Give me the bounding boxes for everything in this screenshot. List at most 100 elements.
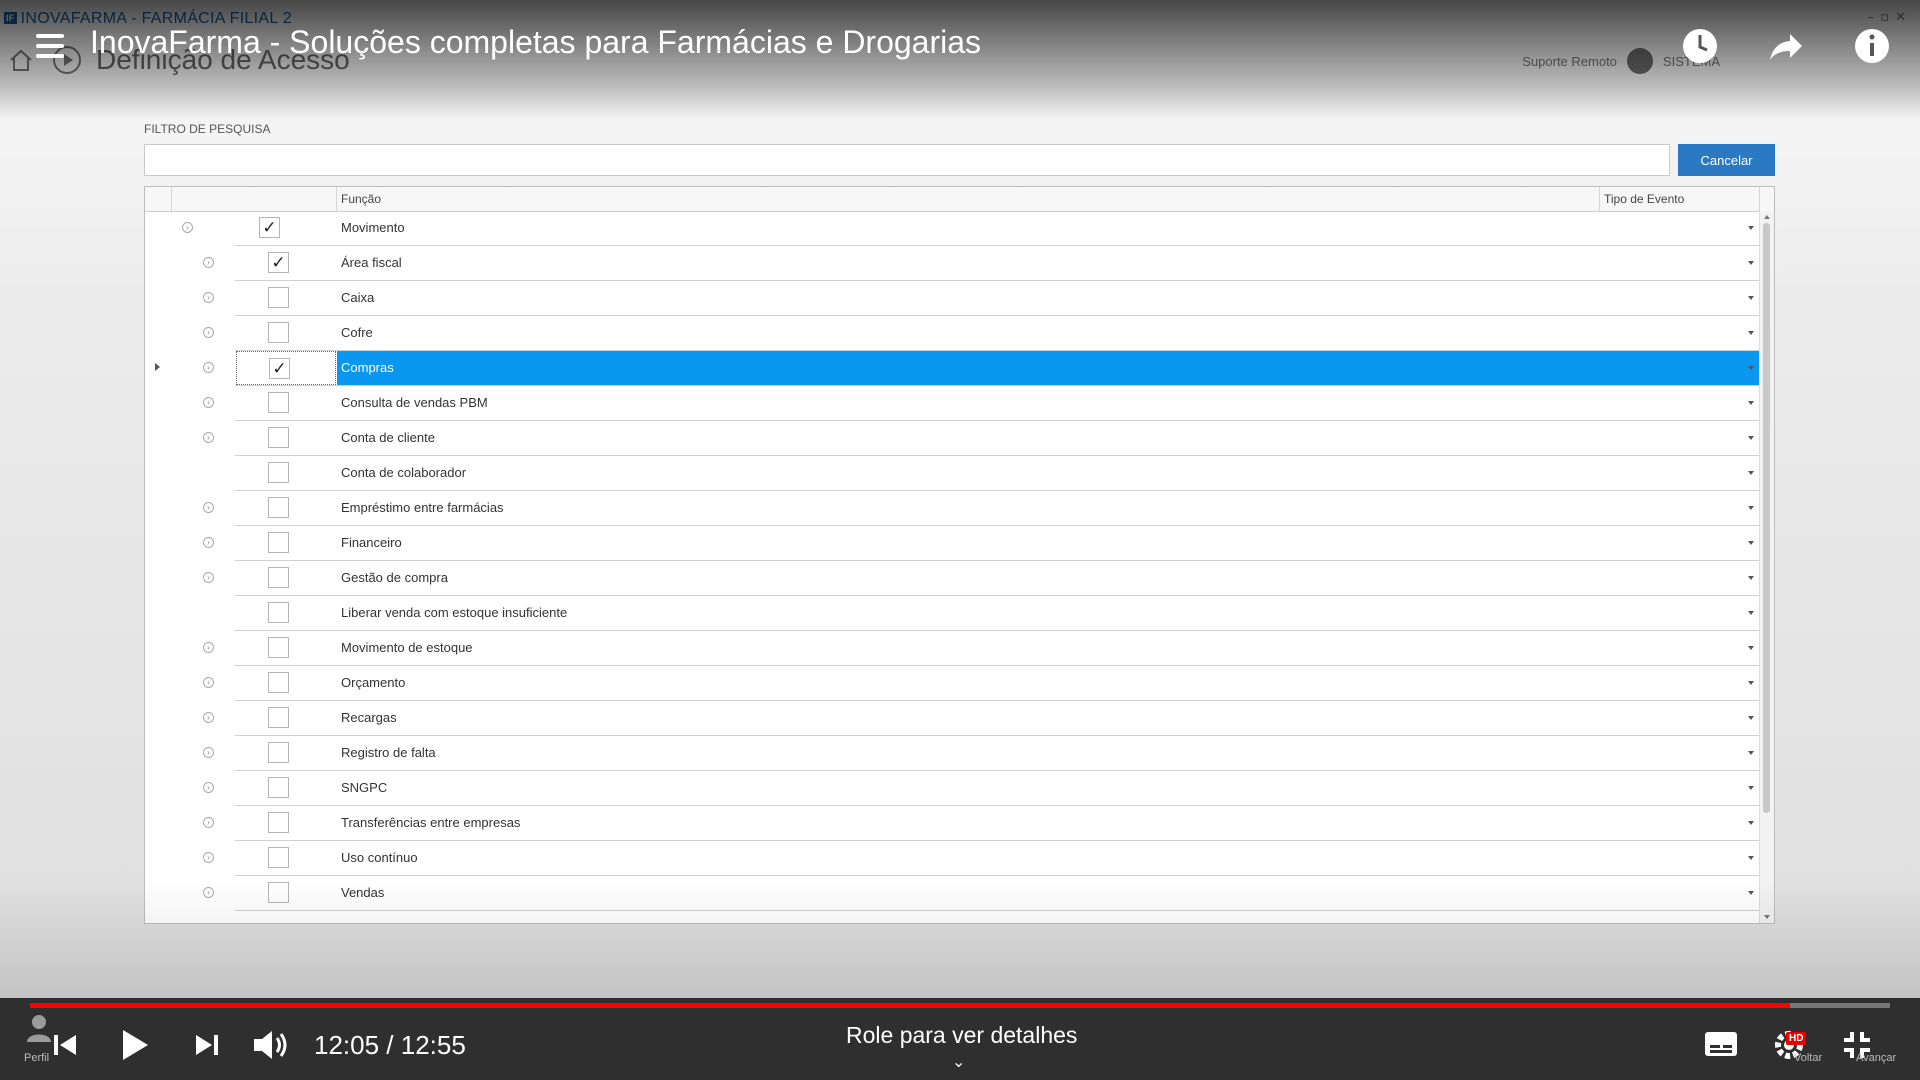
event-type-dropdown-icon[interactable] [1748,541,1754,545]
row-checkbox[interactable] [268,707,289,728]
checkbox-cell[interactable]: ✓ [236,246,336,280]
row-checkbox[interactable] [268,672,289,693]
table-row[interactable]: › Caixa [145,281,1760,316]
share-icon[interactable] [1766,26,1806,66]
column-header-funcao[interactable]: Função [337,187,1600,211]
checkbox-cell[interactable] [236,526,336,560]
event-type-dropdown-icon[interactable] [1748,401,1754,405]
table-row[interactable]: Conta de colaborador [145,456,1760,491]
table-row[interactable]: › Gestão de compra [145,561,1760,596]
remote-support-label[interactable]: Suporte Remoto [1522,54,1617,69]
event-type-dropdown-icon[interactable] [1748,576,1754,580]
expand-icon[interactable]: › [203,642,214,653]
checkbox-cell[interactable] [236,631,336,665]
row-checkbox[interactable] [268,322,289,343]
row-checkbox[interactable] [268,602,289,623]
search-input[interactable] [144,144,1670,176]
row-checkbox[interactable] [268,462,289,483]
row-checkbox[interactable] [268,287,289,308]
row-checkbox[interactable] [268,847,289,868]
event-type-dropdown-icon[interactable] [1748,786,1754,790]
event-type-dropdown-icon[interactable] [1748,751,1754,755]
table-row[interactable]: › ✓ Área fiscal [145,246,1760,281]
expand-icon[interactable]: › [182,222,193,233]
checkbox-cell[interactable] [236,666,336,700]
row-checkbox[interactable] [268,742,289,763]
table-row[interactable]: › ✓ Movimento [145,211,1760,246]
checkbox-cell[interactable]: ✓ [236,211,336,245]
expand-icon[interactable]: › [203,677,214,688]
checkbox-cell[interactable] [236,456,336,490]
info-icon[interactable] [1852,26,1892,66]
checkbox-cell[interactable]: ✓ [236,351,336,385]
play-icon[interactable] [120,1028,150,1062]
row-checkbox[interactable]: ✓ [268,252,289,273]
table-row[interactable]: › Movimento de estoque [145,631,1760,666]
video-title[interactable]: InovaFarma - Soluções completas para Far… [90,24,981,61]
checkbox-cell[interactable] [236,841,336,875]
event-type-dropdown-icon[interactable] [1748,296,1754,300]
checkbox-cell[interactable] [236,771,336,805]
expand-icon[interactable]: › [203,852,214,863]
checkbox-cell[interactable] [236,281,336,315]
event-type-dropdown-icon[interactable] [1748,506,1754,510]
row-checkbox[interactable]: ✓ [269,358,290,379]
checkbox-cell[interactable] [236,316,336,350]
expand-icon[interactable]: › [203,537,214,548]
home-icon[interactable] [8,48,34,72]
table-row[interactable]: › Financeiro [145,526,1760,561]
event-type-dropdown-icon[interactable] [1748,261,1754,265]
table-row[interactable]: › Recargas [145,701,1760,736]
volume-icon[interactable] [252,1028,292,1062]
expand-icon[interactable]: › [203,432,214,443]
checkbox-cell[interactable] [236,806,336,840]
checkbox-cell[interactable] [236,561,336,595]
previous-icon[interactable] [52,1032,78,1058]
chevron-down-icon[interactable]: ⌄ [952,1052,965,1071]
menu-icon[interactable] [36,34,64,64]
monitor-icon[interactable] [1626,48,1653,74]
event-type-dropdown-icon[interactable] [1748,821,1754,825]
cancel-button[interactable]: Cancelar [1678,144,1775,176]
table-row[interactable]: › Transferências entre empresas [145,806,1760,841]
checkbox-cell[interactable] [236,421,336,455]
expand-icon[interactable]: › [203,292,214,303]
subtitles-icon[interactable] [1704,1030,1738,1058]
event-type-dropdown-icon[interactable] [1748,646,1754,650]
table-row[interactable]: › Conta de cliente [145,421,1760,456]
scroll-up-icon[interactable] [1764,215,1770,219]
table-row[interactable]: › Cofre [145,316,1760,351]
table-row[interactable]: › Registro de falta [145,736,1760,771]
scroll-hint[interactable]: Role para ver detalhes [846,1022,1077,1049]
expand-icon[interactable]: › [203,817,214,828]
expand-icon[interactable]: › [203,572,214,583]
window-controls[interactable]: –▫✕ [1868,10,1912,25]
checkbox-cell[interactable] [236,491,336,525]
clock-icon[interactable] [1680,26,1720,66]
event-type-dropdown-icon[interactable] [1748,226,1754,230]
expand-icon[interactable]: › [203,712,214,723]
next-icon[interactable] [194,1032,220,1058]
forward-caption[interactable]: Avançar [1856,1052,1896,1064]
event-type-dropdown-icon[interactable] [1748,611,1754,615]
expand-icon[interactable]: › [203,502,214,513]
expand-icon[interactable]: › [203,327,214,338]
row-checkbox[interactable] [268,567,289,588]
row-checkbox[interactable]: ✓ [259,217,280,238]
table-row[interactable]: › Consulta de vendas PBM [145,386,1760,421]
row-checkbox[interactable] [268,637,289,658]
event-type-dropdown-icon[interactable] [1748,681,1754,685]
expand-icon[interactable]: › [203,362,214,373]
row-checkbox[interactable] [268,392,289,413]
row-checkbox[interactable] [268,532,289,553]
scroll-thumb[interactable] [1763,223,1770,813]
column-header-tipo-evento[interactable]: Tipo de Evento [1600,187,1760,211]
event-type-dropdown-icon[interactable] [1748,331,1754,335]
checkbox-cell[interactable] [236,386,336,420]
expand-icon[interactable]: › [203,747,214,758]
vertical-scrollbar[interactable] [1759,211,1774,923]
event-type-dropdown-icon[interactable] [1748,366,1754,370]
table-row[interactable]: › SNGPC [145,771,1760,806]
event-type-dropdown-icon[interactable] [1748,716,1754,720]
checkbox-cell[interactable] [236,701,336,735]
